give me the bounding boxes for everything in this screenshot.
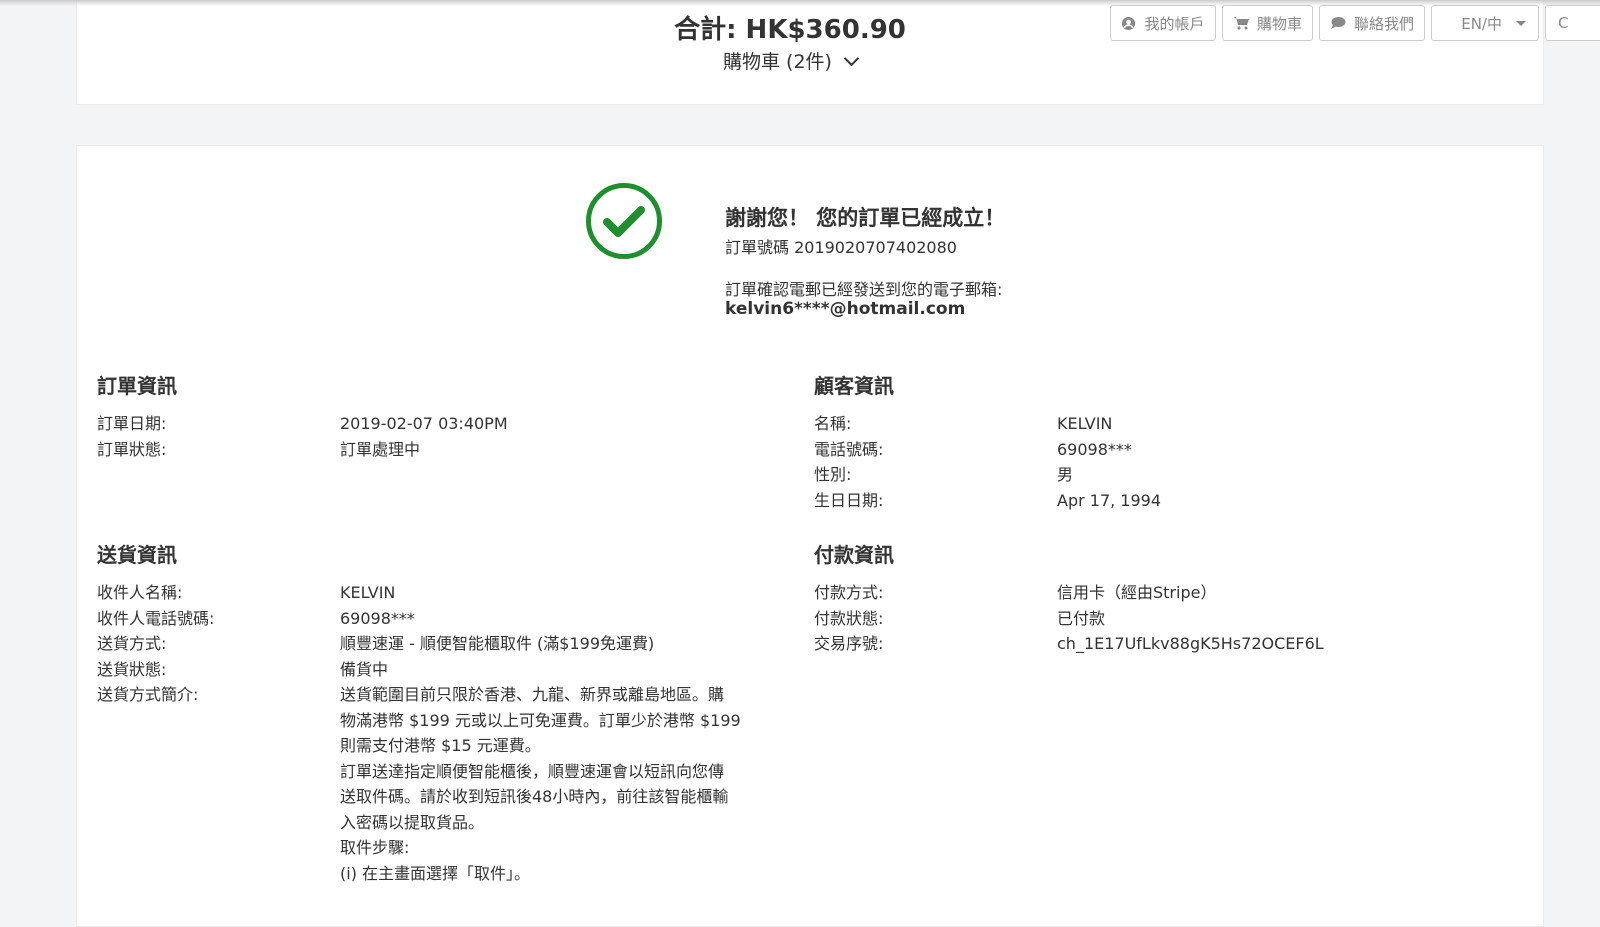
description-line: 物滿港幣 $199 元或以上可免運費。訂單少於港幣 $199	[340, 710, 741, 730]
description-line: (i) 在主畫面選擇「取件」。	[340, 863, 531, 883]
check-circle-icon	[586, 183, 662, 259]
row-value: Apr 17, 1994	[1057, 490, 1162, 510]
delivery-info-section: 送貨資訊 收件人名稱: KELVIN 收件人電話號碼: 69098*** 送貨方式: 順豐…	[97, 539, 797, 886]
language-select[interactable]: EN/中	[1431, 5, 1539, 41]
cart-summary: 購物車 (2件)	[723, 51, 832, 73]
partial-button[interactable]: C	[1545, 5, 1600, 41]
payment-info-title: 付款資訊	[814, 543, 894, 567]
info-row: 送貨狀態: 備貨中	[97, 657, 797, 683]
description-line: 訂單送達指定順便智能櫃後，順豐速運會以短訊向您傳	[340, 761, 725, 781]
row-value: 已付款	[1057, 608, 1106, 628]
row-value: 備貨中	[340, 659, 389, 679]
row-value: 69098***	[1057, 439, 1132, 459]
my-account-button[interactable]: 我的帳戶	[1110, 5, 1216, 41]
info-row: 電話號碼: 69098***	[814, 437, 1514, 463]
info-row: 付款方式: 信用卡（經由Stripe）	[814, 580, 1514, 606]
delivery-info-title: 送貨資訊	[97, 543, 177, 567]
row-label: 訂單日期:	[97, 414, 167, 433]
row-label: 名稱:	[814, 414, 852, 433]
chevron-down-icon	[843, 50, 860, 67]
info-row: 名稱: KELVIN	[814, 411, 1514, 437]
row-value: KELVIN	[1057, 414, 1113, 433]
row-value: 順豐速運 - 順便智能櫃取件 (滿$199免運費)	[340, 634, 655, 653]
row-label: 收件人名稱:	[97, 583, 183, 602]
row-value: 2019-02-07 03:40PM	[340, 414, 508, 433]
order-info-title: 訂單資訊	[97, 374, 177, 398]
info-row: 生日日期: Apr 17, 1994	[814, 488, 1514, 514]
row-label: 性別:	[814, 465, 852, 484]
contact-us-label: 聯絡我們	[1353, 14, 1414, 33]
description-line: 則需支付港幣 $15 元運費。	[340, 736, 541, 755]
row-label: 電話號碼:	[814, 439, 884, 459]
delivery-description: 送貨範圍目前只限於香港、九龍、新界或離島地區。購 物滿港幣 $199 元或以上可免…	[340, 682, 797, 886]
contact-us-button[interactable]: 聯絡我們	[1319, 5, 1425, 41]
order-info-section: 訂單資訊 訂單日期: 2019-02-07 03:40PM 訂單狀態: 訂單處理中	[97, 370, 797, 462]
description-line: 入密碼以提取貨品。	[340, 812, 485, 832]
row-label: 訂單狀態:	[97, 439, 167, 459]
info-row: 訂單狀態: 訂單處理中	[97, 437, 797, 463]
top-shadow	[0, 0, 1600, 6]
cart-icon	[1232, 17, 1249, 30]
row-value: 69098***	[340, 608, 415, 628]
info-row: 訂單日期: 2019-02-07 03:40PM	[97, 411, 797, 437]
description-line: 送貨範圍目前只限於香港、九龍、新界或離島地區。購	[340, 685, 725, 704]
chat-bubble-icon	[1330, 17, 1346, 29]
row-value: 訂單處理中	[340, 439, 421, 459]
partial-button-label: C	[1558, 14, 1569, 32]
row-label: 付款方式:	[814, 583, 884, 602]
row-value: KELVIN	[340, 583, 396, 602]
row-label: 付款狀態:	[814, 608, 884, 628]
info-row: 性別: 男	[814, 462, 1514, 488]
row-value: 男	[1057, 465, 1074, 484]
cart-label: 購物車	[1256, 14, 1302, 33]
info-row: 付款狀態: 已付款	[814, 606, 1514, 632]
description-line: 取件步驟:	[340, 838, 410, 857]
customer-info-title: 顧客資訊	[814, 374, 894, 398]
description-line: 送取件碼。請於收到短訊後48小時內，前往該智能櫃輸	[340, 787, 729, 806]
customer-email: kelvin6****@hotmail.com	[725, 299, 966, 319]
caret-down-icon	[1516, 20, 1526, 26]
info-row: 交易序號: ch_1E17UfLkv88gK5Hs72OCEF6L	[814, 631, 1514, 657]
info-row: 收件人名稱: KELVIN	[97, 580, 797, 606]
row-label: 收件人電話號碼:	[97, 608, 215, 628]
row-value: ch_1E17UfLkv88gK5Hs72OCEF6L	[1057, 634, 1324, 653]
row-label: 生日日期:	[814, 490, 884, 510]
row-label: 送貨方式:	[97, 634, 167, 653]
info-row: 送貨方式簡介: 送貨範圍目前只限於香港、九龍、新界或離島地區。購 物滿港幣 $19…	[97, 682, 797, 886]
user-icon	[1122, 16, 1136, 30]
customer-info-section: 顧客資訊 名稱: KELVIN 電話號碼: 69098*** 性別: 男生日日期: Apr …	[814, 370, 1514, 513]
order-number: 訂單號碼 2019020707402080	[725, 238, 957, 257]
info-row: 收件人電話號碼: 69098***	[97, 606, 797, 632]
cart-dropdown[interactable]: 購物車 (2件)	[77, 47, 1503, 74]
email-note: 訂單確認電郵已經發送到您的電子郵箱:	[725, 280, 1003, 299]
order-confirmation-card: 謝謝您！ 您的訂單已經成立！ 訂單號碼 2019020707402080 訂單確…	[76, 145, 1544, 927]
thank-you-title: 謝謝您！ 您的訂單已經成立！	[725, 206, 1006, 230]
payment-info-section: 付款資訊 付款方式: 信用卡（經由Stripe） 付款狀態: 已付款交易序號: ch_1…	[814, 539, 1514, 657]
row-label: 交易序號:	[814, 634, 884, 653]
language-label: EN/中	[1461, 14, 1502, 33]
row-label: 送貨方式簡介:	[97, 685, 199, 704]
row-value: 信用卡（經由Stripe）	[1057, 583, 1217, 602]
row-label: 送貨狀態:	[97, 659, 167, 679]
cart-button[interactable]: 購物車	[1222, 5, 1313, 41]
my-account-label: 我的帳戶	[1144, 14, 1205, 33]
info-row: 送貨方式: 順豐速運 - 順便智能櫃取件 (滿$199免運費)	[97, 631, 797, 657]
